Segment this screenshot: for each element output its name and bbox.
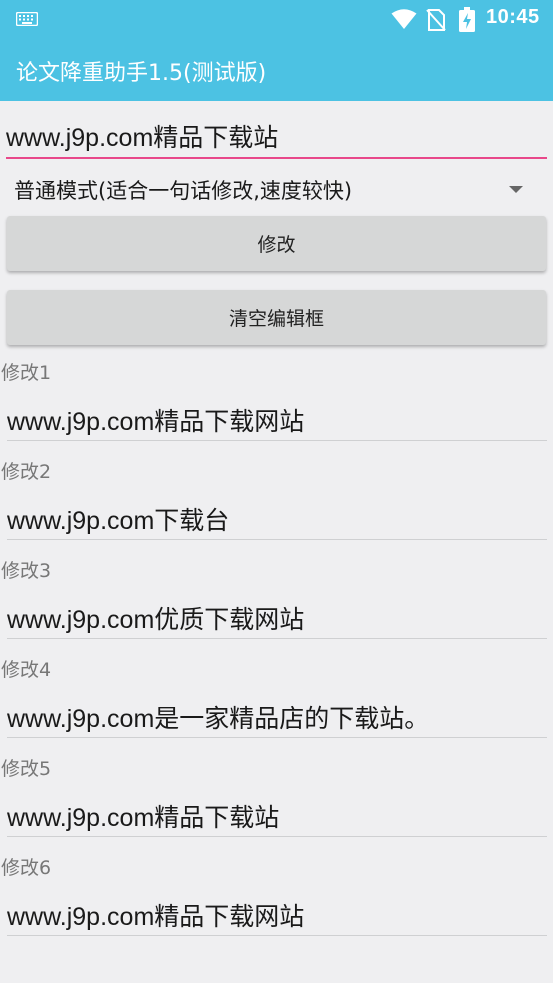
app-bar: 论文降重助手1.5(测试版) (0, 38, 553, 101)
result-value[interactable]: www.j9p.com是一家精品店的下载站。 (7, 699, 429, 735)
status-time: 10:45 (486, 6, 540, 28)
app-title: 论文降重助手1.5(测试版) (16, 61, 267, 86)
dropdown-arrow-icon[interactable] (509, 186, 523, 193)
mode-spinner-selected[interactable]: 普通模式(适合一句话修改,速度较快) (14, 175, 352, 205)
result-label: 修改5 (1, 758, 52, 780)
result-label: 修改4 (1, 659, 52, 681)
result-underline (7, 737, 547, 738)
text-input[interactable]: www.j9p.com精品下载站 (6, 118, 546, 154)
result-label: 修改2 (1, 461, 52, 483)
modify-button[interactable]: 修改 (7, 216, 546, 271)
keyboard-icon (16, 12, 38, 26)
result-underline (7, 539, 547, 540)
no-sim-icon (426, 9, 446, 31)
result-label: 修改1 (1, 362, 52, 384)
result-underline (7, 638, 547, 639)
wifi-icon (391, 9, 417, 29)
result-value[interactable]: www.j9p.com精品下载站 (7, 798, 279, 834)
result-underline (7, 440, 547, 441)
result-label: 修改3 (1, 560, 52, 582)
result-underline (7, 836, 547, 837)
status-bar: 10:45 (0, 0, 553, 38)
clear-editor-button[interactable]: 清空编辑框 (7, 290, 546, 345)
result-underline (7, 935, 547, 936)
battery-charging-icon (459, 7, 475, 32)
result-value[interactable]: www.j9p.com精品下载网站 (7, 897, 304, 933)
result-value[interactable]: www.j9p.com精品下载网站 (7, 402, 304, 438)
result-value[interactable]: www.j9p.com优质下载网站 (7, 600, 304, 636)
result-label: 修改6 (1, 857, 52, 879)
input-underline (6, 157, 547, 159)
result-value[interactable]: www.j9p.com下载台 (7, 501, 229, 537)
